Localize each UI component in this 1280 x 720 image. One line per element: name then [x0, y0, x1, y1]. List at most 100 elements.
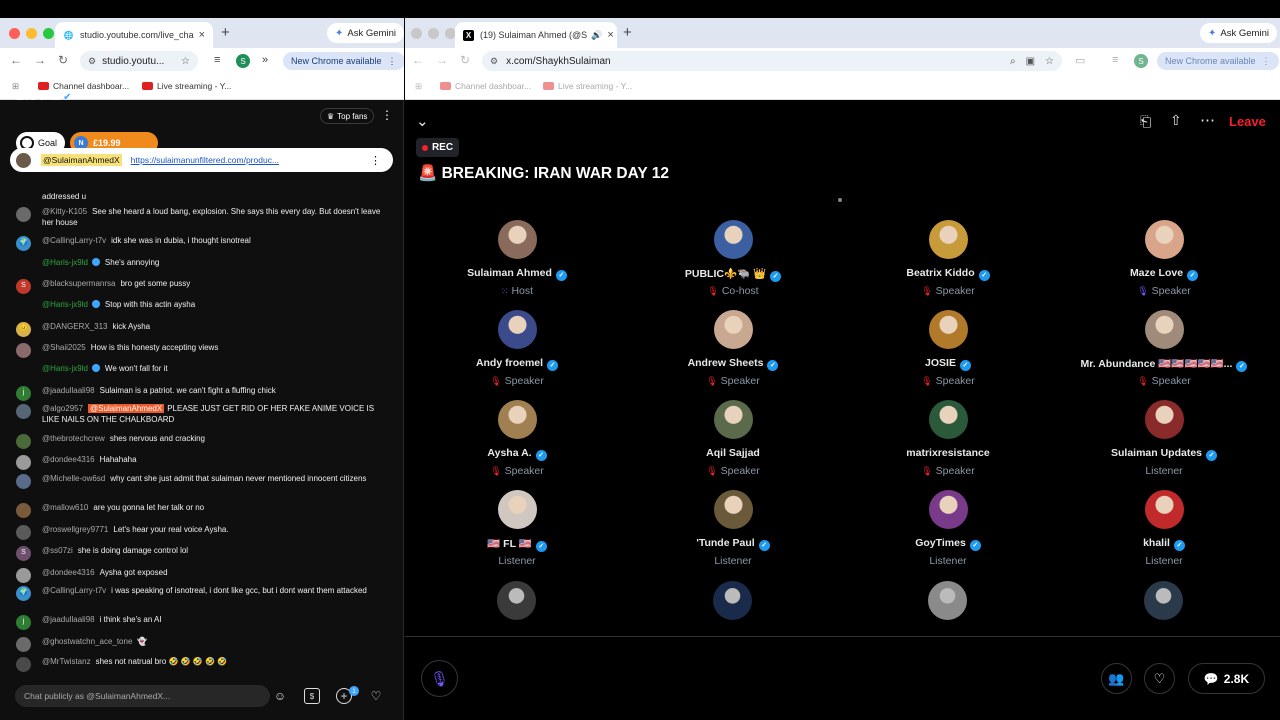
ask-gemini-button[interactable]: ✦ Ask Gemini — [327, 23, 404, 43]
bookmark-star-icon[interactable]: ☆ — [1045, 56, 1054, 67]
participant-avatar[interactable] — [713, 220, 753, 259]
participant-card[interactable]: Aqil Sajjad 🎙 Speaker — [628, 400, 838, 477]
back-icon[interactable]: ← — [10, 53, 22, 67]
address-bar[interactable]: ⚙ studio.youtu... ☆ — [80, 51, 198, 71]
audio-playing-icon[interactable]: 🔊 — [591, 30, 602, 41]
participant-card[interactable]: PUBLIC⚜️🐃 👑 ✓ 🎙 Co-host — [628, 220, 838, 297]
chat-author[interactable]: @Kitty-K105 — [42, 207, 87, 216]
chat-author[interactable]: @MrTwistanz — [42, 657, 91, 666]
pinned-link[interactable]: https://sulaimanunfiltered.com/produc... — [131, 155, 279, 165]
participant-avatar[interactable] — [713, 310, 753, 349]
pinned-author[interactable]: @SulaimanAhmedX — [41, 154, 122, 166]
chat-message[interactable]: @Haris-jx9ld We won't fall for it — [16, 364, 386, 375]
participant-avatar[interactable] — [497, 581, 536, 620]
chat-message[interactable]: 🌍 @CallingLarry-t7v i was speaking of isno… — [16, 586, 386, 601]
close-window-button[interactable] — [411, 28, 422, 39]
chat-author[interactable]: @ss07zi — [42, 546, 73, 555]
participant-card[interactable]: khalil ✓ Listener — [1059, 490, 1269, 567]
participant-card[interactable]: Beatrix Kiddo ✓ 🎙 Speaker — [843, 220, 1053, 297]
emoji-icon[interactable]: ☺ — [272, 688, 288, 704]
chat-author[interactable]: @Michelle-ow6sd — [42, 474, 105, 483]
close-tab-icon[interactable]: × — [602, 29, 613, 41]
profile-avatar[interactable]: S — [1134, 54, 1148, 68]
minimize-window-button[interactable] — [26, 28, 37, 39]
bookmark-live-streaming[interactable]: Live streaming - Y... — [142, 81, 231, 91]
share-icon[interactable]: ⇧ — [1170, 112, 1182, 129]
participants-button[interactable]: 👥 — [1101, 663, 1132, 694]
site-settings-icon[interactable]: ⚙ — [490, 56, 498, 67]
new-tab-button[interactable]: + — [221, 24, 230, 41]
participant-card[interactable]: Mr. Abundance 🇺🇸🇺🇸🇺🇸🇺🇸🇺🇸... ✓ 🎙 Speaker — [1059, 310, 1269, 387]
forward-icon[interactable]: → — [436, 53, 448, 67]
bookmark-live-streaming[interactable]: Live streaming - Y... — [543, 81, 632, 91]
close-window-button[interactable] — [9, 28, 20, 39]
participant-avatar[interactable] — [928, 310, 968, 349]
chat-author[interactable]: @DANGERX_313 — [42, 322, 107, 331]
participant-avatar[interactable] — [928, 220, 968, 259]
chat-author[interactable]: @mallow610 — [42, 503, 88, 512]
chat-message[interactable]: @Haris-jx9ld Stop with this actin aysha — [16, 300, 386, 311]
zoom-icon[interactable]: ⌕ — [1010, 56, 1016, 67]
chat-author[interactable]: @dondee4316 — [42, 455, 95, 464]
chat-author[interactable]: @blacksupermanrsa — [42, 279, 115, 288]
participant-avatar[interactable] — [928, 400, 968, 439]
participant-card[interactable]: Andy froemel ✓ 🎙 Speaker — [412, 310, 622, 387]
more-menu-icon[interactable]: ⋮ — [388, 56, 397, 67]
chat-message[interactable]: addressed u — [16, 192, 386, 203]
chat-author[interactable]: @CallingLarry-t7v — [42, 236, 106, 245]
chat-message[interactable]: @roswellgrey9771 Let's hear your real voi… — [16, 525, 386, 540]
super-chat-icon[interactable]: $ — [304, 688, 320, 704]
forward-icon[interactable]: → — [34, 53, 46, 67]
bookmark-channel-dashboard[interactable]: Channel dashboar... — [38, 81, 129, 91]
chat-message[interactable]: @Kitty-K105 See she heard a loud bang, ex… — [16, 207, 386, 228]
participant-avatar[interactable] — [497, 490, 537, 529]
reactions-button[interactable]: ♡ — [1144, 663, 1175, 694]
reload-icon[interactable]: ↻ — [58, 53, 68, 67]
chat-author[interactable]: @Shaii2025 — [42, 343, 86, 352]
chat-mention[interactable]: @SulaimanAhmedX — [88, 404, 165, 413]
participant-avatar[interactable] — [1144, 310, 1184, 349]
participant-card[interactable]: Sulaiman Updates ✓ Listener — [1059, 400, 1269, 477]
ask-gemini-button[interactable]: ✦ Ask Gemini — [1200, 23, 1277, 43]
chat-message[interactable]: @Michelle-ow6sd why cant she just admit t… — [16, 474, 386, 489]
participant-card[interactable]: Sulaiman Ahmed ✓ ⁙ Host — [412, 220, 622, 297]
reading-list-icon[interactable]: ≡ — [1112, 54, 1118, 66]
address-bar[interactable]: ⚙ x.com/ShaykhSulaiman ⌕ ▣ ☆ — [482, 51, 1062, 71]
participant-card[interactable]: Andrew Sheets ✓ 🎙 Speaker — [628, 310, 838, 387]
participant-avatar[interactable] — [713, 400, 753, 439]
chevrons-right-icon[interactable]: » — [262, 54, 268, 66]
participant-avatar[interactable] — [1144, 220, 1184, 259]
chat-message[interactable]: @thebrotechcrew shes nervous and cracking — [16, 434, 386, 449]
participant-avatar[interactable] — [1144, 400, 1184, 439]
pinned-message[interactable]: @SulaimanAhmedX https://sulaimanunfilter… — [10, 148, 393, 172]
minimize-window-button[interactable] — [428, 28, 439, 39]
chat-author[interactable]: @Haris-jx9ld — [42, 258, 88, 267]
chat-message[interactable]: @Shaii2025 How is this honesty accepting … — [16, 343, 386, 358]
more-menu-icon[interactable]: ⋮ — [1262, 56, 1271, 67]
collapse-chevron-icon[interactable]: ⌄ — [416, 112, 429, 130]
participant-avatar[interactable] — [1144, 581, 1183, 620]
reading-list-icon[interactable]: ≡ — [214, 54, 220, 66]
chat-author[interactable]: @Haris-jx9ld — [42, 300, 88, 309]
bookmark-star-icon[interactable]: ☆ — [181, 56, 190, 67]
chat-author[interactable]: @roswellgrey9771 — [42, 525, 108, 534]
chat-message[interactable]: S @blacksupermanrsa bro get some pussy — [16, 279, 386, 294]
chat-message[interactable]: 😐 @DANGERX_313 kick Aysha — [16, 322, 386, 337]
top-fans-button[interactable]: ♛ Top fans — [320, 108, 375, 124]
reload-icon[interactable]: ↻ — [460, 53, 470, 67]
chat-author[interactable]: @jaadullaali98 — [42, 386, 95, 395]
participant-avatar[interactable] — [497, 400, 537, 439]
chat-author[interactable]: @Haris-jx9ld — [42, 364, 88, 373]
participant-card[interactable]: Maze Love ✓ 🎙 Speaker — [1059, 220, 1269, 297]
chat-message[interactable]: @mallow610 are you gonna let her talk or … — [16, 503, 386, 518]
participant-avatar[interactable] — [497, 310, 537, 349]
chat-message[interactable]: @Haris-jx9ld She's annoying — [16, 258, 386, 269]
participant-card[interactable]: Aysha A. ✓ 🎙 Speaker — [412, 400, 622, 477]
participant-avatar[interactable] — [928, 581, 967, 620]
participant-card[interactable]: 🇺🇸 FL 🇺🇸 ✓ Listener — [412, 490, 622, 567]
participant-card[interactable]: matrixresistance 🎙 Speaker — [843, 400, 1053, 477]
chat-message[interactable]: @dondee4316 Hahahaha — [16, 455, 386, 470]
chat-message[interactable]: @dondee4316 Aysha got exposed — [16, 568, 386, 583]
participant-avatar[interactable] — [928, 490, 968, 529]
participant-avatar[interactable] — [1144, 490, 1184, 529]
